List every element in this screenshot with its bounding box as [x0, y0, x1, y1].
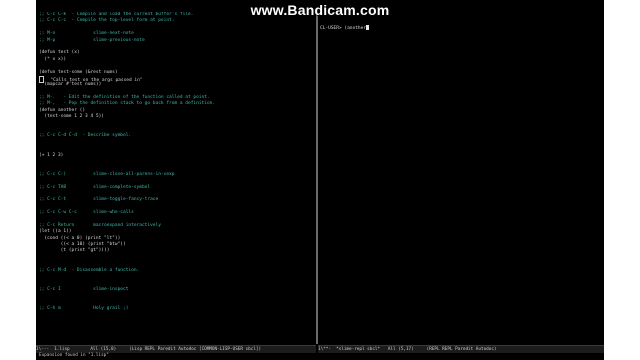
code-line-text: ;; C-c TAB slime-complete-symbol: [39, 184, 151, 190]
code-line-text: ;; C-c C-t slime-toggle-fancy-trace: [39, 197, 159, 203]
code-line-text: (cond ((< a 0) (print "lt")): [39, 235, 121, 241]
code-line-text: ;; C-c M-d - Disassemble a function.: [39, 267, 140, 273]
code-line[interactable]: ;; C-h m Holy grail ;): [39, 306, 315, 312]
code-line-text: ;; C-c C-d C-d - Describe symbol.: [39, 133, 132, 139]
code-line-text: ;; M-p slime-previous-note: [39, 37, 145, 43]
code-line-text: (defun another (): [39, 107, 86, 113]
code-line-text: ;; M-. - Edit the definition of the func…: [39, 95, 210, 101]
code-line-text: (let ((a 1)): [39, 229, 72, 235]
code-line-text: (defun test-some (&rest nums): [39, 69, 118, 75]
code-line-text: (mapcar #'test nums)): [39, 82, 102, 88]
text-cursor: [366, 24, 370, 30]
recording-watermark: www.Bandicam.com: [250, 2, 390, 18]
repl-prompt-line[interactable]: CL-USER> (another: [320, 24, 600, 31]
code-line-text: (defun test (x): [39, 50, 80, 56]
code-line-text: ;; C-c C-w C-c slime-who-calls: [39, 210, 134, 216]
repl-prompt: CL-USER> (another: [320, 25, 367, 31]
code-line-text: (test-some 1 2 3 4 5)): [39, 114, 105, 120]
lisp-source-buffer[interactable]: ;; C-c C-k - Compile and load the curren…: [39, 12, 315, 344]
code-line-text: (t (print "gt")))): [39, 248, 110, 254]
code-line-text: ((< a 10) (print "btw")): [39, 242, 126, 248]
code-line-text: (* x x)): [39, 56, 67, 62]
code-line-text: (+ 1 2 3): [39, 152, 64, 158]
code-line-text: ;; M-, - Pop the definition stack to go …: [39, 101, 216, 107]
code-line-text: ;; C-c C-c - Compile the top-level form …: [39, 18, 175, 24]
slime-repl-buffer[interactable]: CL-USER> (another: [320, 12, 600, 344]
code-line-text: ;; C-c C-) slime-close-all-parens-in-sex…: [39, 171, 175, 177]
code-line-text: ;; M-n slime-next-note: [39, 31, 134, 37]
code-line-text: ;; C-h m Holy grail ;): [39, 305, 129, 311]
code-line-text: ;; C-c I slime-inspect: [39, 286, 129, 292]
emacs-window: ;; C-c C-k - Compile and load the curren…: [36, 0, 604, 360]
minibuffer[interactable]: Expansion found in "1.lisp": [39, 352, 599, 359]
code-line-text: ;; C-c Return macroexpand interactively: [39, 222, 161, 228]
window-divider[interactable]: [316, 10, 318, 344]
